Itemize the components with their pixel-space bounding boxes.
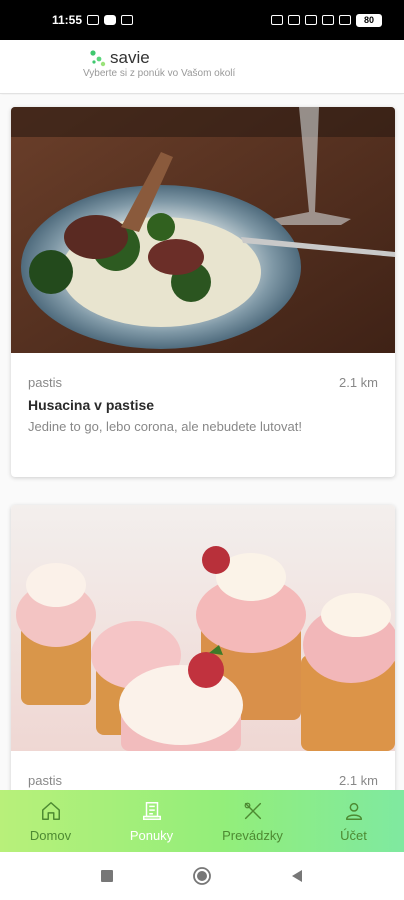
cast-icon [87, 15, 100, 25]
offer-meta: pastis 2.1 km [11, 751, 395, 788]
nav-label-restaurants: Prevádzky [222, 828, 283, 843]
system-navigation [0, 852, 404, 900]
offer-meta: pastis 2.1 km [11, 353, 395, 390]
volte-icon [305, 15, 317, 25]
offer-category: pastis [28, 773, 62, 788]
bluetooth-icon [271, 15, 283, 25]
nav-item-offers[interactable]: Ponuky [101, 790, 202, 852]
status-left: 11:55 [52, 13, 134, 27]
home-icon [41, 802, 60, 820]
status-right: 80 [271, 13, 382, 27]
nav-label-home: Domov [29, 828, 72, 843]
offer-image [11, 107, 395, 353]
recents-icon[interactable] [100, 869, 114, 883]
savie-logo-icon [90, 50, 106, 67]
signal-icon [322, 15, 334, 25]
message-icon [121, 15, 134, 25]
nav-item-restaurants[interactable]: Prevádzky [202, 790, 303, 852]
app-notification-icon [104, 15, 117, 25]
battery-icon: 80 [356, 13, 382, 27]
account-icon [345, 802, 362, 820]
nav-item-home[interactable]: Domov [0, 790, 101, 852]
nav-label-account: Účet [340, 828, 367, 843]
offer-description: Jedine to go, lebo corona, ale nebudete … [28, 419, 302, 434]
status-time: 11:55 [52, 13, 83, 27]
back-icon[interactable] [290, 869, 304, 883]
nav-label-offers: Ponuky [129, 828, 174, 843]
bottom-navigation: Domov Ponuky Prevádzky Účet [0, 790, 404, 852]
offer-card[interactable]: pastis 2.1 km Husacina v pastise Jedine … [11, 107, 395, 477]
offer-card[interactable]: pastis 2.1 km [11, 505, 395, 790]
wifi-icon [339, 15, 351, 25]
restaurants-icon [244, 802, 261, 820]
status-bar: 11:55 80 [0, 0, 404, 40]
home-button-icon[interactable] [192, 866, 212, 886]
offer-category: pastis [28, 375, 62, 390]
offer-distance: 2.1 km [338, 375, 378, 390]
offer-distance: 2.1 km [338, 773, 378, 788]
app-header: savie Vyberte si z ponúk vo Vašom okolí [0, 40, 404, 94]
alarm-icon [288, 15, 300, 25]
offer-title: Husacina v pastise [28, 397, 155, 413]
offers-icon [142, 802, 161, 820]
offers-feed[interactable]: pastis 2.1 km Husacina v pastise Jedine … [0, 95, 404, 790]
offer-image [11, 505, 395, 751]
header-tagline: Vyberte si z ponúk vo Vašom okolí [83, 68, 236, 79]
brand-name: savie [110, 48, 150, 67]
nav-item-account[interactable]: Účet [303, 790, 404, 852]
